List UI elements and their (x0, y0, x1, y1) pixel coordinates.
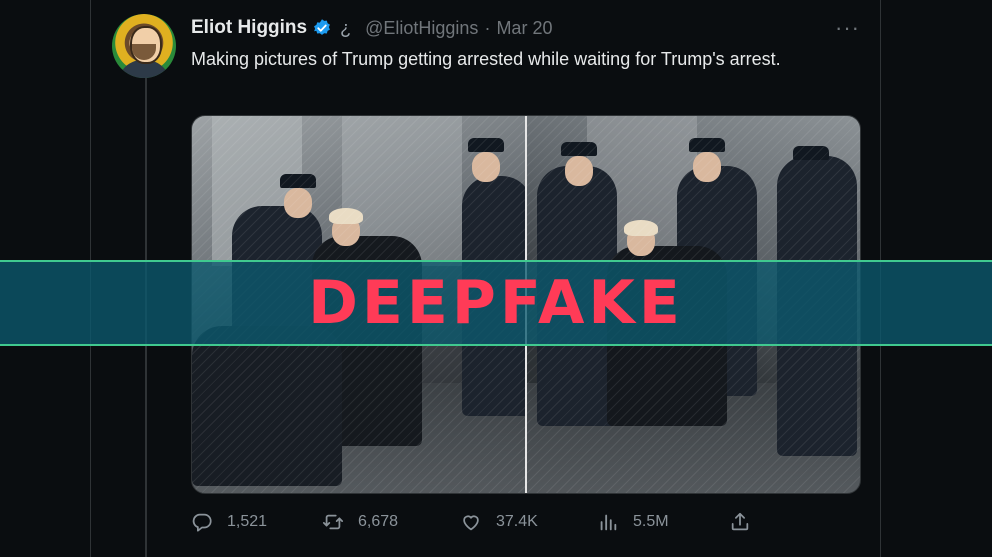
tweet-header: Eliot Higgins ¿ @EliotHiggins · Mar 20 (191, 14, 552, 42)
like-button[interactable]: 37.4K (460, 508, 538, 536)
share-button[interactable] (729, 508, 765, 536)
verified-badge-icon[interactable] (312, 18, 332, 38)
retweet-count: 6,678 (358, 513, 399, 530)
like-icon (463, 515, 479, 531)
affiliation-flag: ¿ (340, 17, 352, 38)
police-cap (561, 142, 597, 156)
police-cap (280, 174, 316, 188)
figure-hair (624, 220, 658, 236)
officer-head (472, 152, 500, 182)
retweet-icon (322, 514, 344, 530)
tweet-actions: 1,521 6,678 37.4K 5.5M (191, 508, 859, 536)
views-count: 5.5M (633, 513, 669, 530)
police-cap (793, 146, 829, 160)
officer-head (565, 156, 593, 186)
more-options-icon[interactable]: ··· (835, 14, 860, 42)
officer-head (693, 152, 721, 182)
deepfake-banner: DEEPFAKE (0, 260, 992, 346)
share-icon (731, 512, 749, 531)
header-separator: · (484, 17, 491, 38)
tweet-text: Making pictures of Trump getting arreste… (191, 49, 781, 69)
tweet-date[interactable]: Mar 20 (496, 18, 552, 39)
police-cap (689, 138, 725, 152)
views-button[interactable]: 5.5M (597, 508, 669, 536)
officer-head (284, 188, 312, 218)
reply-icon (192, 513, 212, 532)
deepfake-label: DEEPFAKE (308, 268, 684, 338)
retweet-button[interactable]: 6,678 (322, 508, 398, 536)
avatar[interactable] (112, 14, 176, 78)
like-count: 37.4K (496, 513, 538, 530)
reply-count: 1,521 (227, 513, 268, 530)
views-icon (600, 514, 617, 531)
author-handle[interactable]: @EliotHiggins (365, 18, 478, 39)
figure-hair (329, 208, 363, 224)
police-officer-figure (192, 326, 342, 486)
author-name[interactable]: Eliot Higgins (191, 17, 307, 39)
police-cap (468, 138, 504, 152)
reply-button[interactable]: 1,521 (191, 508, 267, 536)
